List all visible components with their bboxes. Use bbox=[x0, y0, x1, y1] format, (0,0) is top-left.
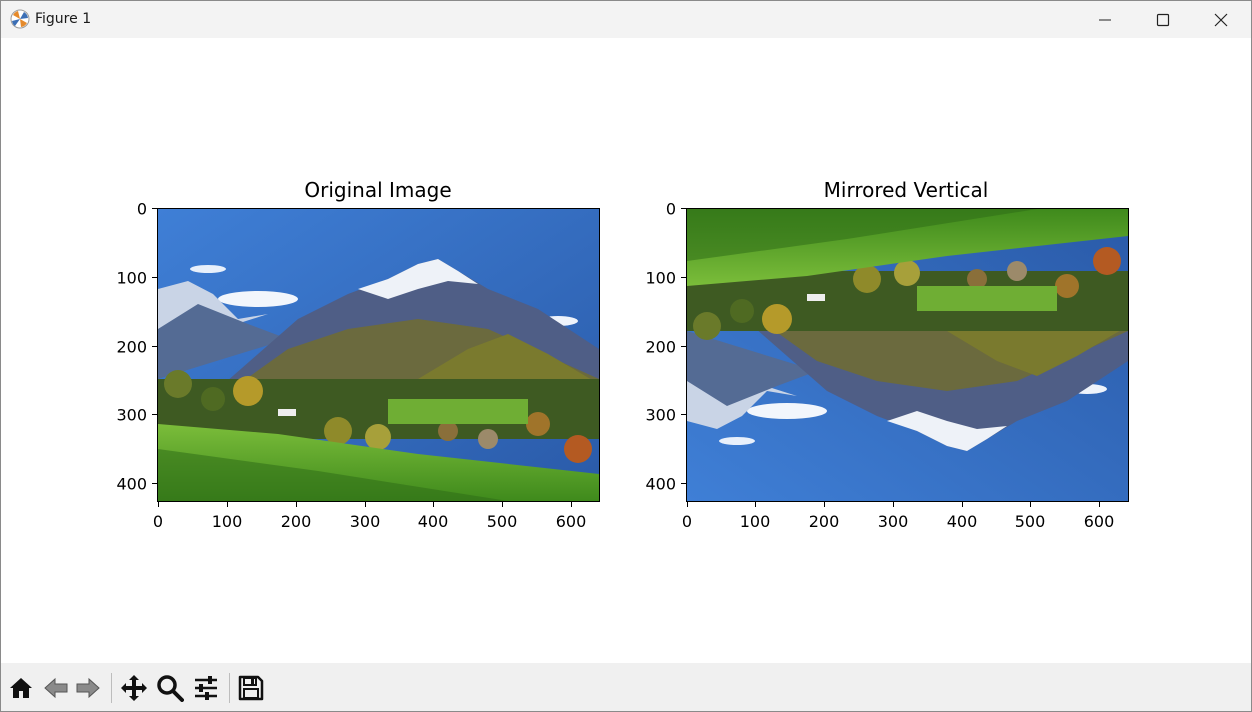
x-tick-label: 300 bbox=[877, 512, 909, 531]
x-tick bbox=[1099, 502, 1100, 507]
move-icon bbox=[121, 675, 147, 701]
y-tick-label: 200 bbox=[645, 337, 676, 357]
zoom-button[interactable] bbox=[153, 672, 187, 704]
figure-canvas[interactable]: Original Image 0 100 200 300 400 500 600… bbox=[1, 38, 1251, 663]
y-tick bbox=[681, 414, 686, 415]
x-tick bbox=[824, 502, 825, 507]
sliders-icon bbox=[195, 676, 217, 700]
figure-window: Figure 1 Original Image 0 100 200 300 40… bbox=[0, 0, 1252, 712]
configure-button[interactable] bbox=[189, 672, 223, 704]
maximize-icon bbox=[1156, 13, 1170, 26]
back-arrow-icon bbox=[44, 677, 68, 699]
forward-button[interactable] bbox=[71, 672, 105, 704]
mountain-landscape-photo bbox=[158, 209, 599, 501]
x-tick-label: 400 bbox=[417, 512, 449, 531]
x-tick-label: 0 bbox=[681, 512, 693, 531]
close-icon bbox=[1214, 13, 1228, 26]
y-tick-label: 400 bbox=[116, 474, 147, 494]
x-tick bbox=[227, 502, 228, 507]
x-tick bbox=[433, 502, 434, 507]
x-tick-label: 600 bbox=[1083, 512, 1115, 531]
original-image[interactable] bbox=[157, 208, 600, 502]
pan-button[interactable] bbox=[117, 672, 151, 704]
y-tick bbox=[152, 483, 157, 484]
zoom-icon bbox=[157, 675, 184, 702]
mountain-landscape-photo-flipped bbox=[687, 209, 1128, 501]
toolbar-separator bbox=[229, 673, 230, 703]
y-tick-label: 200 bbox=[116, 337, 147, 357]
matplotlib-icon bbox=[10, 9, 30, 29]
minimize-button[interactable] bbox=[1076, 1, 1134, 38]
axes-title-mirrored: Mirrored Vertical bbox=[823, 178, 989, 202]
y-tick bbox=[152, 414, 157, 415]
x-tick-label: 200 bbox=[808, 512, 840, 531]
x-tick bbox=[365, 502, 366, 507]
close-button[interactable] bbox=[1192, 1, 1250, 38]
navigation-toolbar bbox=[1, 663, 1251, 711]
mirrored-image[interactable] bbox=[686, 208, 1129, 502]
x-tick-label: 300 bbox=[349, 512, 381, 531]
y-tick-label: 100 bbox=[645, 268, 676, 288]
y-tick-label: 0 bbox=[665, 199, 676, 219]
y-tick bbox=[152, 277, 157, 278]
y-tick-label: 300 bbox=[116, 405, 147, 425]
x-tick-label: 400 bbox=[946, 512, 978, 531]
y-tick-label: 0 bbox=[136, 199, 147, 219]
x-tick bbox=[571, 502, 572, 507]
x-tick bbox=[893, 502, 894, 507]
y-tick bbox=[681, 208, 686, 209]
x-tick-label: 500 bbox=[1014, 512, 1046, 531]
y-tick bbox=[152, 208, 157, 209]
window-title: Figure 1 bbox=[35, 11, 92, 27]
title-bar: Figure 1 bbox=[1, 1, 1251, 38]
x-tick-label: 600 bbox=[555, 512, 587, 531]
y-tick-label: 400 bbox=[645, 474, 676, 494]
home-icon bbox=[10, 678, 32, 698]
y-tick bbox=[681, 277, 686, 278]
back-button[interactable] bbox=[39, 672, 73, 704]
forward-arrow-icon bbox=[76, 677, 100, 699]
x-tick bbox=[502, 502, 503, 507]
y-tick bbox=[681, 346, 686, 347]
y-tick bbox=[681, 483, 686, 484]
minimize-icon bbox=[1099, 19, 1111, 20]
maximize-button[interactable] bbox=[1134, 1, 1192, 38]
toolbar-separator bbox=[111, 673, 112, 703]
x-tick bbox=[755, 502, 756, 507]
x-tick bbox=[962, 502, 963, 507]
axes-title-original: Original Image bbox=[304, 178, 452, 202]
x-tick bbox=[296, 502, 297, 507]
home-button[interactable] bbox=[4, 672, 38, 704]
x-tick-label: 100 bbox=[211, 512, 243, 531]
y-tick bbox=[152, 346, 157, 347]
x-tick bbox=[158, 502, 159, 507]
save-icon bbox=[238, 675, 264, 701]
x-tick-label: 500 bbox=[486, 512, 518, 531]
save-button[interactable] bbox=[234, 672, 268, 704]
y-tick-label: 100 bbox=[116, 268, 147, 288]
x-tick-label: 200 bbox=[280, 512, 312, 531]
x-tick-label: 0 bbox=[152, 512, 164, 531]
x-tick bbox=[1030, 502, 1031, 507]
x-tick bbox=[687, 502, 688, 507]
y-tick-label: 300 bbox=[645, 405, 676, 425]
x-tick-label: 100 bbox=[739, 512, 771, 531]
